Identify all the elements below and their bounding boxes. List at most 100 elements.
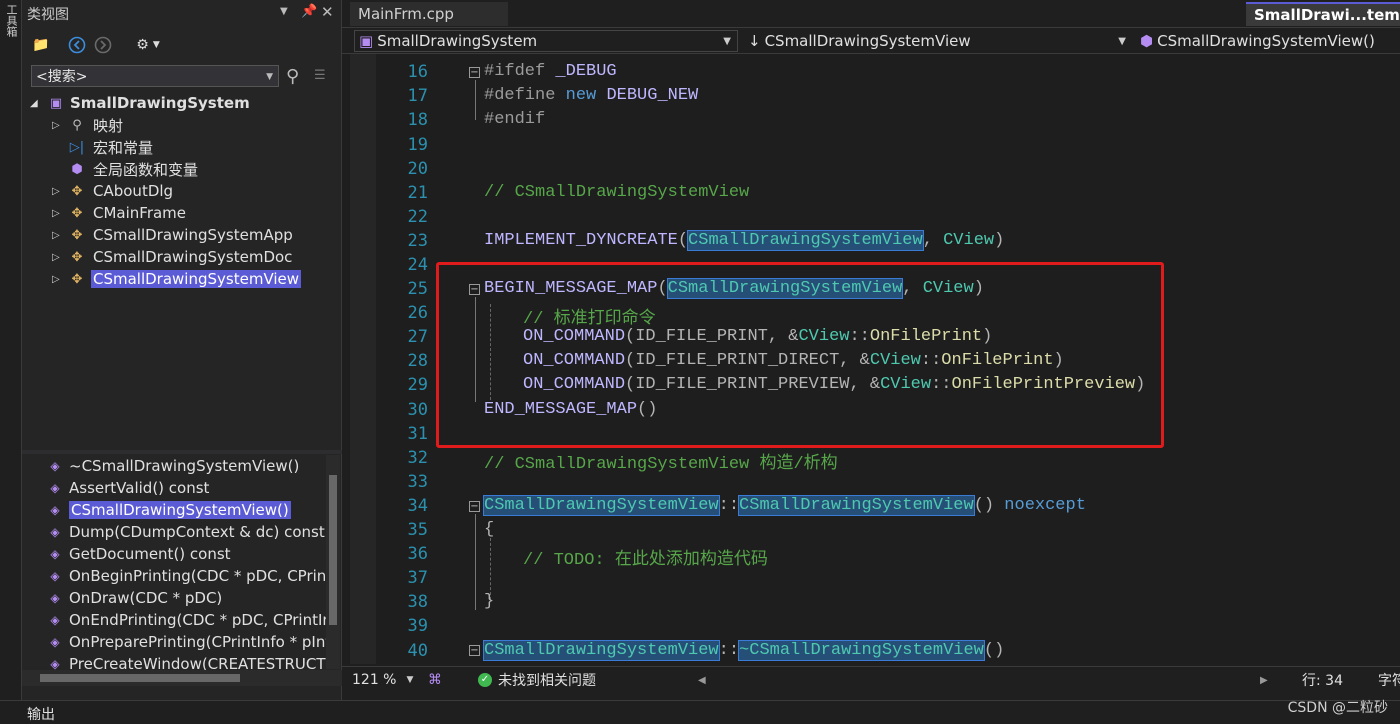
- list-item[interactable]: ◈ OnDraw(CDC * pDC): [46, 587, 222, 609]
- toolbox-strip[interactable]: 工具箱: [0, 0, 22, 700]
- line-number: 30: [407, 400, 428, 420]
- expand-arrow-icon[interactable]: ▷: [52, 230, 60, 241]
- output-panel-tab[interactable]: 输出 CSDN @二粒砂: [0, 700, 1400, 724]
- method-icon: ◈: [50, 503, 60, 517]
- list-item[interactable]: ◈ PreCreateWindow(CREATESTRUCT: [46, 653, 325, 670]
- method-icon: ◈: [50, 613, 60, 627]
- class-icon: ✥: [71, 271, 83, 287]
- fold-toggle-icon[interactable]: −: [469, 501, 480, 512]
- code-line: #endif: [484, 110, 546, 129]
- line-number: 23: [407, 231, 428, 251]
- list-item[interactable]: ◈ AssertValid() const: [46, 477, 209, 499]
- pin-icon[interactable]: 📌: [301, 4, 317, 19]
- line-number: 21: [407, 183, 428, 203]
- tree-node-class[interactable]: ▷ ✥ CSmallDrawingSystemApp: [22, 224, 342, 246]
- code-line: #define new DEBUG_NEW: [484, 86, 699, 105]
- scope-dropdown[interactable]: ↓ CSmallDrawingSystemView ▼: [748, 30, 1132, 52]
- tree-node-class[interactable]: ▷ ✥ CMainFrame: [22, 202, 342, 224]
- member-list-horizontal-scrollbar[interactable]: [22, 670, 342, 686]
- scrollbar-thumb[interactable]: [329, 475, 337, 625]
- list-item[interactable]: ◈ Dump(CDumpContext & dc) const: [46, 521, 324, 543]
- watermark: CSDN @二粒砂: [1287, 700, 1388, 716]
- code-line: #ifdef _DEBUG: [484, 62, 617, 81]
- tree-node-label: CMainFrame: [93, 204, 187, 222]
- tree-node-maps[interactable]: ▷ ⚲ 映射: [22, 114, 342, 136]
- collapse-arrow-icon[interactable]: ◢: [30, 98, 38, 109]
- forward-icon[interactable]: [92, 34, 114, 56]
- code-line: {: [484, 520, 495, 539]
- chevron-down-icon[interactable]: ▼: [406, 675, 413, 685]
- code-line: CSmallDrawingSystemView::~CSmallDrawingS…: [483, 640, 1005, 661]
- fold-guide: [475, 514, 476, 610]
- class-view-title-bar: 类视图 ▼ 📌 ✕: [22, 0, 342, 28]
- settings-gear-icon[interactable]: ⚙ ▼: [130, 34, 166, 56]
- line-number: 40: [407, 641, 428, 661]
- issues-indicator[interactable]: ✓ 未找到相关问题: [478, 670, 596, 690]
- line-number: 27: [407, 327, 428, 347]
- class-view-search-input[interactable]: <搜索> ▼: [31, 65, 279, 87]
- tree-node-project[interactable]: ◢ ▣ SmallDrawingSystem: [22, 92, 342, 114]
- back-icon[interactable]: [66, 34, 88, 56]
- intellicode-icon[interactable]: ⌘: [428, 670, 442, 690]
- indicator-margin: [350, 54, 376, 664]
- tab-mainfrm[interactable]: MainFrm.cpp: [350, 2, 508, 26]
- panel-splitter[interactable]: [22, 450, 342, 454]
- folder-new-icon[interactable]: 📁: [30, 34, 52, 56]
- tree-node-class-selected[interactable]: ▷ ✥ CSmallDrawingSystemView: [22, 268, 342, 290]
- method-icon: ⬢: [1140, 32, 1154, 50]
- zoom-level[interactable]: 121 % ▼: [352, 670, 413, 690]
- fold-toggle-icon[interactable]: −: [469, 645, 480, 656]
- method-icon: ◈: [50, 459, 60, 473]
- close-icon[interactable]: ✕: [321, 3, 334, 21]
- expand-arrow-icon[interactable]: ▷: [52, 120, 60, 131]
- tree-node-macros[interactable]: ▷| 宏和常量: [22, 136, 342, 158]
- line-number: 35: [407, 520, 428, 540]
- project-dropdown[interactable]: ▣ SmallDrawingSystem ▼: [354, 30, 738, 52]
- indent-guide: [490, 538, 491, 600]
- search-options-icon[interactable]: ☰: [314, 68, 326, 83]
- project-icon: ▣: [49, 95, 63, 111]
- search-placeholder: <搜索>: [36, 69, 88, 85]
- scroll-right-icon[interactable]: ▶: [1260, 670, 1268, 690]
- tree-node-globals[interactable]: ⬢ 全局函数和变量: [22, 158, 342, 180]
- scroll-left-icon[interactable]: ◀: [698, 670, 706, 690]
- fold-toggle-icon[interactable]: −: [469, 67, 480, 78]
- tree-node-label: CAboutDlg: [93, 182, 174, 200]
- member-dropdown[interactable]: ⬢ CSmallDrawingSystemView(): [1140, 30, 1398, 52]
- expand-arrow-icon[interactable]: ▷: [52, 252, 60, 263]
- chevron-down-icon[interactable]: ▼: [1118, 36, 1126, 47]
- tree-node-class[interactable]: ▷ ✥ CAboutDlg: [22, 180, 342, 202]
- fold-guide: [475, 80, 476, 120]
- method-icon: ◈: [50, 657, 60, 670]
- char-indicator[interactable]: 字符: 4: [1378, 670, 1400, 690]
- search-icon[interactable]: ⚲: [286, 66, 299, 87]
- chevron-down-icon[interactable]: ▼: [723, 36, 731, 47]
- window-position-dropdown-icon[interactable]: ▼: [280, 6, 288, 17]
- line-number: 33: [407, 472, 428, 492]
- tree-node-label: 宏和常量: [93, 138, 154, 157]
- tab-view-cpp-active[interactable]: SmallDrawi...temView: [1246, 2, 1400, 26]
- list-item[interactable]: ◈ OnEndPrinting(CDC * pDC, CPrintIn: [46, 609, 332, 631]
- class-view-panel: 类视图 ▼ 📌 ✕ 📁 ⚙ ▼ <搜索> ▼ ⚲ ☰ ◢ ▣ SmallDrawi: [22, 0, 342, 700]
- tree-node-label: SmallDrawingSystem: [70, 94, 250, 112]
- chevron-down-icon[interactable]: ▼: [266, 66, 273, 88]
- list-item[interactable]: ◈ GetDocument() const: [46, 543, 230, 565]
- list-item-selected[interactable]: ◈ CSmallDrawingSystemView(): [46, 499, 291, 521]
- scrollbar-thumb[interactable]: [40, 674, 240, 682]
- member-list-vertical-scrollbar[interactable]: [326, 455, 340, 669]
- tree-node-class[interactable]: ▷ ✥ CSmallDrawingSystemDoc: [22, 246, 342, 268]
- expand-arrow-icon[interactable]: ▷: [52, 208, 60, 219]
- expand-arrow-icon[interactable]: ▷: [52, 186, 60, 197]
- list-item[interactable]: ◈ OnBeginPrinting(CDC * pDC, CPrint: [46, 565, 332, 587]
- code-line: // CSmallDrawingSystemView 构造/析构: [484, 455, 838, 474]
- line-indicator[interactable]: 行: 34: [1302, 670, 1343, 690]
- tree-node-label: CSmallDrawingSystemApp: [93, 226, 293, 244]
- method-icon: ◈: [50, 547, 60, 561]
- list-item[interactable]: ◈ OnPreparePrinting(CPrintInfo * pInt: [46, 631, 331, 653]
- list-item[interactable]: ◈ ~CSmallDrawingSystemView(): [46, 455, 299, 477]
- expand-arrow-icon[interactable]: ▷: [52, 274, 60, 285]
- line-number: 38: [407, 592, 428, 612]
- toolbox-label[interactable]: 工具箱: [3, 4, 18, 37]
- editor-status-bar: 121 %▼ ⌘ ✓ 未找到相关问题 ◀ ▶ 行: 34 字符: 4: [342, 666, 1400, 692]
- check-icon: ✓: [478, 673, 492, 687]
